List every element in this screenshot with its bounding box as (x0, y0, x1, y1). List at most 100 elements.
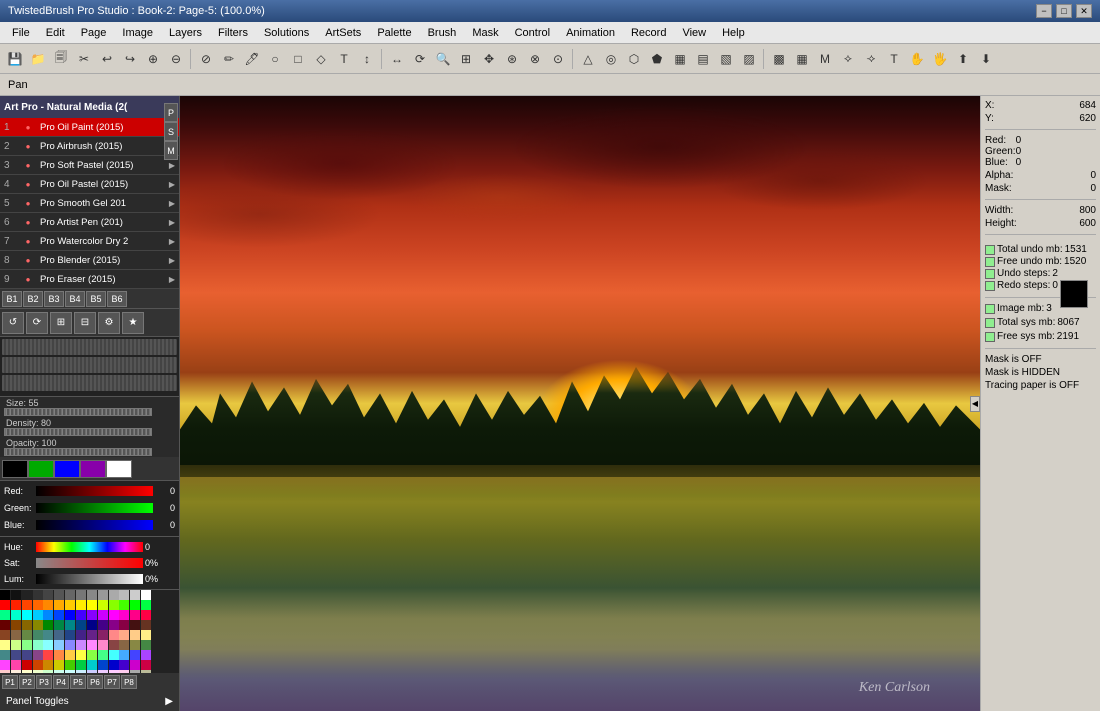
palette-cell-68[interactable] (130, 630, 140, 640)
palette-cell-80[interactable] (109, 640, 119, 650)
palette-cell-40[interactable] (130, 610, 140, 620)
close-button[interactable]: ✕ (1076, 4, 1092, 18)
density-slider[interactable] (4, 428, 152, 436)
palette-cell-37[interactable] (98, 610, 108, 620)
menu-item-edit[interactable]: Edit (38, 25, 73, 41)
palette-cell-84[interactable] (0, 650, 10, 660)
palette-cell-83[interactable] (141, 640, 151, 650)
minimize-button[interactable]: − (1036, 4, 1052, 18)
palette-cell-53[interactable] (119, 620, 129, 630)
canvas-side-expand[interactable]: ◀ (970, 396, 980, 412)
panel-toggles[interactable]: Panel Toggles ▶ (0, 691, 179, 711)
palette-cell-41[interactable] (141, 610, 151, 620)
palette-cell-16[interactable] (22, 600, 32, 610)
canvas-area[interactable]: Ken Carlson (180, 96, 980, 711)
toolbar-btn-31[interactable]: ▨ (738, 48, 760, 70)
palette-cell-54[interactable] (130, 620, 140, 630)
palette-cell-10[interactable] (109, 590, 119, 600)
toolbar-btn-0[interactable]: 💾 (4, 48, 26, 70)
palette-cell-7[interactable] (76, 590, 86, 600)
brush-ctrl-1[interactable]: ↺ (2, 312, 24, 334)
palette-cell-24[interactable] (109, 600, 119, 610)
pmls-btn-p[interactable]: P (164, 103, 178, 122)
toolbar-btn-8[interactable]: ⊘ (195, 48, 217, 70)
size-slider[interactable] (4, 408, 152, 416)
menu-item-record[interactable]: Record (623, 25, 674, 41)
toolbar-btn-12[interactable]: □ (287, 48, 309, 70)
brush-ctrl-4[interactable]: ⊟ (74, 312, 96, 334)
brush-item-5[interactable]: 6 ● Pro Artist Pen (201) ▶ (0, 213, 179, 232)
palette-cell-103[interactable] (54, 660, 64, 670)
palette-cell-58[interactable] (22, 630, 32, 640)
toolbar-btn-10[interactable]: 🖊 (241, 48, 263, 70)
toolbar-btn-11[interactable]: ○ (264, 48, 286, 70)
palette-cell-108[interactable] (109, 660, 119, 670)
palette-cell-35[interactable] (76, 610, 86, 620)
palette-cell-0[interactable] (0, 590, 10, 600)
menu-item-mask[interactable]: Mask (464, 25, 506, 41)
lum-slider[interactable] (36, 574, 143, 584)
menu-item-help[interactable]: Help (714, 25, 753, 41)
palette-cell-73[interactable] (33, 640, 43, 650)
palette-cell-74[interactable] (43, 640, 53, 650)
palette-cell-4[interactable] (43, 590, 53, 600)
palette-cell-98[interactable] (0, 660, 10, 670)
palette-cell-15[interactable] (11, 600, 21, 610)
palette-cell-8[interactable] (87, 590, 97, 600)
b-button-b4[interactable]: B4 (65, 291, 85, 307)
palette-cell-26[interactable] (130, 600, 140, 610)
palette-cell-61[interactable] (54, 630, 64, 640)
toolbar-btn-5[interactable]: ↪ (119, 48, 141, 70)
palette-cell-66[interactable] (109, 630, 119, 640)
palette-cell-33[interactable] (54, 610, 64, 620)
palette-cell-109[interactable] (119, 660, 129, 670)
palette-cell-88[interactable] (43, 650, 53, 660)
toolbar-btn-36[interactable]: ⟢ (860, 48, 882, 70)
palette-cell-12[interactable] (130, 590, 140, 600)
p-button-p8[interactable]: P8 (121, 675, 137, 689)
palette-cell-25[interactable] (119, 600, 129, 610)
palette-cell-59[interactable] (33, 630, 43, 640)
toolbar-btn-9[interactable]: ✏ (218, 48, 240, 70)
palette-cell-100[interactable] (22, 660, 32, 670)
brush-expand-arrow[interactable]: ▶ (169, 256, 175, 265)
menu-item-palette[interactable]: Palette (369, 25, 419, 41)
toolbar-btn-6[interactable]: ⊕ (142, 48, 164, 70)
palette-cell-52[interactable] (109, 620, 119, 630)
palette-cell-69[interactable] (141, 630, 151, 640)
brush-ctrl-2[interactable]: ⟳ (26, 312, 48, 334)
palette-cell-2[interactable] (22, 590, 32, 600)
toolbar-btn-37[interactable]: T (883, 48, 905, 70)
palette-cell-62[interactable] (65, 630, 75, 640)
toolbar-btn-2[interactable]: 🗐 (50, 48, 72, 70)
toolbar-btn-21[interactable]: ⊛ (501, 48, 523, 70)
palette-cell-79[interactable] (98, 640, 108, 650)
brush-ctrl-5[interactable]: ⚙ (98, 312, 120, 334)
palette-cell-106[interactable] (87, 660, 97, 670)
palette-cell-14[interactable] (0, 600, 10, 610)
pmls-btn-m[interactable]: M (164, 141, 178, 160)
brush-item-4[interactable]: 5 ● Pro Smooth Gel 201 ▶ (0, 194, 179, 213)
palette-cell-81[interactable] (119, 640, 129, 650)
palette-cell-91[interactable] (76, 650, 86, 660)
menu-item-artsets[interactable]: ArtSets (317, 25, 369, 41)
toolbar-btn-15[interactable]: ↕ (356, 48, 378, 70)
toolbar-btn-23[interactable]: ⊙ (547, 48, 569, 70)
b-button-b3[interactable]: B3 (44, 291, 64, 307)
p-button-p5[interactable]: P5 (70, 675, 86, 689)
maximize-button[interactable]: □ (1056, 4, 1072, 18)
palette-cell-50[interactable] (87, 620, 97, 630)
palette-cell-43[interactable] (11, 620, 21, 630)
palette-cell-64[interactable] (87, 630, 97, 640)
b-button-b1[interactable]: B1 (2, 291, 22, 307)
toolbar-btn-29[interactable]: ▤ (692, 48, 714, 70)
toolbar-btn-32[interactable]: ▩ (768, 48, 790, 70)
brush-item-3[interactable]: 4 ● Pro Oil Pastel (2015) ▶ (0, 175, 179, 194)
p-button-p6[interactable]: P6 (87, 675, 103, 689)
palette-cell-21[interactable] (76, 600, 86, 610)
brush-ctrl-3[interactable]: ⊞ (50, 312, 72, 334)
b-button-b2[interactable]: B2 (23, 291, 43, 307)
palette-cell-60[interactable] (43, 630, 53, 640)
swatch-blue[interactable] (54, 460, 80, 478)
menu-item-image[interactable]: Image (114, 25, 161, 41)
